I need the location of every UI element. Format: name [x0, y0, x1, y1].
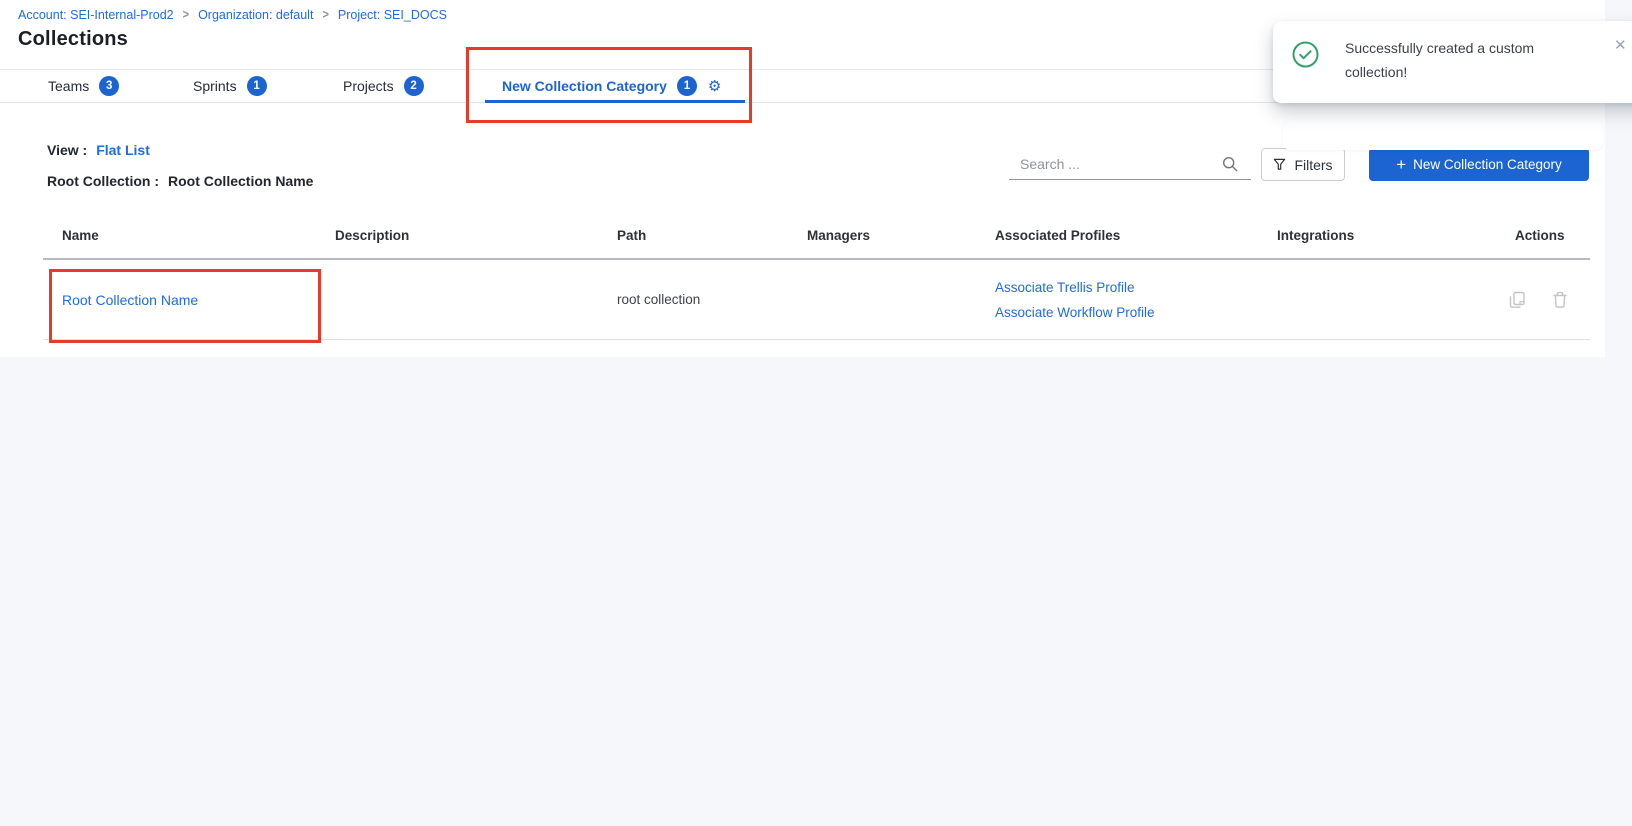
chevron-right-icon: >: [183, 8, 189, 22]
funnel-icon: [1273, 158, 1286, 171]
filters-label: Filters: [1294, 157, 1332, 173]
check-circle-icon: [1292, 41, 1319, 68]
new-collection-category-button[interactable]: + New Collection Category: [1369, 148, 1589, 181]
collection-name-link[interactable]: Root Collection Name: [62, 292, 198, 308]
associate-trellis-profile-link[interactable]: Associate Trellis Profile: [995, 280, 1277, 295]
search-icon: [1222, 156, 1238, 172]
count-badge: 1: [247, 76, 267, 96]
column-header-integrations: Integrations: [1277, 228, 1515, 243]
root-collection-row: Root Collection : Root Collection Name: [47, 173, 313, 189]
count-badge: 2: [404, 76, 424, 96]
breadcrumb-project-link[interactable]: Project: SEI_DOCS: [338, 8, 447, 22]
cell-actions: [1509, 291, 1590, 309]
active-tab-underline: [485, 100, 745, 103]
cell-associated-profiles: Associate Trellis Profile Associate Work…: [995, 280, 1277, 320]
table-row: Root Collection Name root collection Ass…: [43, 260, 1590, 340]
tab-teams[interactable]: Teams 3: [48, 70, 119, 102]
search-input[interactable]: [1009, 149, 1251, 180]
collections-table: Name Description Path Managers Associate…: [43, 212, 1590, 340]
view-row: View : Flat List: [47, 142, 150, 158]
associate-workflow-profile-link[interactable]: Associate Workflow Profile: [995, 305, 1277, 320]
success-toast: Successfully created a custom collection…: [1273, 21, 1632, 103]
filters-button[interactable]: Filters: [1261, 148, 1345, 181]
gear-icon[interactable]: ⚙: [708, 79, 721, 94]
tab-label: Sprints: [193, 78, 237, 94]
tab-label: Teams: [48, 78, 89, 94]
chevron-right-icon: >: [322, 8, 328, 22]
cell-name: Root Collection Name: [43, 292, 335, 308]
tab-projects[interactable]: Projects 2: [343, 70, 424, 102]
new-collection-category-label: New Collection Category: [1413, 157, 1562, 172]
close-icon[interactable]: ✕: [1614, 36, 1627, 54]
breadcrumb-organization-link[interactable]: Organization: default: [198, 8, 313, 22]
table-header-row: Name Description Path Managers Associate…: [43, 212, 1590, 258]
count-badge: 1: [677, 76, 697, 96]
tab-sprints[interactable]: Sprints 1: [193, 70, 267, 102]
count-badge: 3: [99, 76, 119, 96]
column-header-managers: Managers: [807, 228, 995, 243]
breadcrumb: Account: SEI-Internal-Prod2 > Organizati…: [18, 8, 447, 22]
stacked-toast-card: [1283, 120, 1603, 150]
root-collection-label: Root Collection :: [47, 173, 159, 189]
cell-path: root collection: [617, 292, 807, 307]
toast-message: Successfully created a custom collection…: [1345, 37, 1597, 85]
root-collection-value: Root Collection Name: [168, 173, 313, 189]
plus-icon: +: [1396, 156, 1406, 173]
column-header-description: Description: [335, 228, 617, 243]
trash-icon[interactable]: [1552, 291, 1568, 309]
tab-label: Projects: [343, 78, 394, 94]
view-flat-list-link[interactable]: Flat List: [96, 142, 150, 158]
collections-page: Account: SEI-Internal-Prod2 > Organizati…: [0, 0, 1632, 826]
page-title: Collections: [18, 28, 128, 51]
tab-new-collection-category[interactable]: New Collection Category 1 ⚙: [502, 70, 721, 102]
column-header-actions: Actions: [1515, 228, 1590, 243]
column-header-path: Path: [617, 228, 807, 243]
view-label: View :: [47, 142, 87, 158]
column-header-associated-profiles: Associated Profiles: [995, 228, 1277, 243]
tab-label: New Collection Category: [502, 78, 667, 94]
breadcrumb-account-link[interactable]: Account: SEI-Internal-Prod2: [18, 8, 174, 22]
copy-icon[interactable]: [1509, 291, 1526, 309]
column-header-name: Name: [43, 228, 335, 243]
